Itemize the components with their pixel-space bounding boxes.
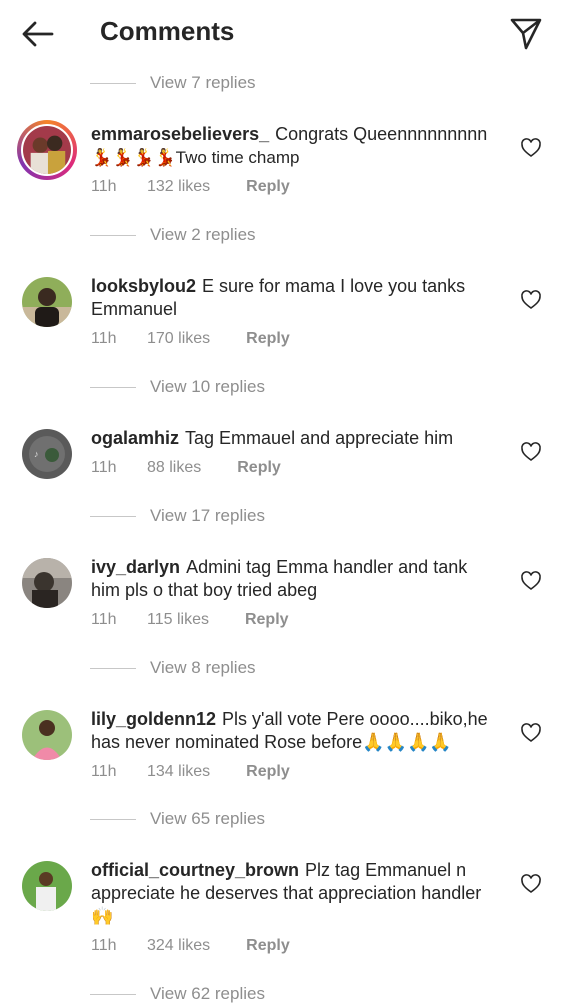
view-replies-link[interactable]: View 10 replies <box>150 377 265 397</box>
comment-meta: 11h 170 likes Reply <box>91 330 290 348</box>
comment-username[interactable]: official_courtney_brown <box>91 860 299 880</box>
comment-text: looksbylou2 E sure for mama I love you ta… <box>91 275 501 321</box>
comment-likes[interactable]: 88 likes <box>147 459 201 477</box>
comment-time: 11h <box>91 763 117 780</box>
divider-line <box>90 515 136 517</box>
comment-message: Tag Emmauel and appreciate him <box>185 428 454 448</box>
heart-icon <box>521 442 541 461</box>
like-button[interactable] <box>519 136 543 160</box>
like-button[interactable] <box>519 721 543 745</box>
avatar[interactable] <box>22 277 72 327</box>
heart-icon <box>521 571 541 590</box>
comment-likes[interactable]: 134 likes <box>147 763 210 781</box>
heart-icon <box>521 138 541 157</box>
header-bar: Comments <box>0 0 570 64</box>
heart-icon <box>521 874 541 893</box>
avatar[interactable] <box>22 558 72 608</box>
avatar[interactable] <box>17 120 77 180</box>
divider-line <box>90 667 136 669</box>
divider-line <box>90 82 136 84</box>
like-button[interactable] <box>519 288 543 312</box>
reply-button[interactable]: Reply <box>245 611 289 629</box>
view-replies-row[interactable]: View 62 replies <box>90 982 265 1006</box>
comment-likes[interactable]: 132 likes <box>147 178 210 196</box>
avatar[interactable]: ♪ <box>22 429 72 479</box>
comment-meta: 11h 132 likes Reply <box>91 178 290 196</box>
svg-text:♪: ♪ <box>34 449 39 459</box>
divider-line <box>90 234 136 236</box>
view-replies-link[interactable]: View 62 replies <box>150 984 265 1004</box>
view-replies-link[interactable]: View 65 replies <box>150 809 265 829</box>
view-replies-row[interactable]: View 10 replies <box>90 375 265 399</box>
comment-text: ivy_darlyn Admini tag Emma handler and ta… <box>91 556 501 602</box>
comment-message-line2: 💃💃💃💃Two time champ <box>91 148 300 167</box>
reply-button[interactable]: Reply <box>246 937 290 955</box>
divider-line <box>90 386 136 388</box>
comment-meta: 11h 134 likes Reply <box>91 763 290 781</box>
divider-line <box>90 818 136 820</box>
like-button[interactable] <box>519 872 543 896</box>
reply-button[interactable]: Reply <box>246 763 290 781</box>
comment-meta: 11h 88 likes Reply <box>91 459 281 477</box>
comment-time: 11h <box>91 937 117 954</box>
reply-button[interactable]: Reply <box>246 330 290 348</box>
comment-text: lily_goldenn12 Pls y'all vote Pere oooo..… <box>91 708 501 754</box>
back-button[interactable] <box>18 14 58 54</box>
comment-text: official_courtney_brown Plz tag Emmanuel … <box>91 859 501 928</box>
divider-line <box>90 993 136 995</box>
comment-time: 11h <box>91 330 117 347</box>
like-button[interactable] <box>519 440 543 464</box>
comment-username[interactable]: looksbylou2 <box>91 276 196 296</box>
comment-time: 11h <box>91 459 117 476</box>
comment-likes[interactable]: 115 likes <box>147 611 209 629</box>
comment-username[interactable]: lily_goldenn12 <box>91 709 216 729</box>
reply-button[interactable]: Reply <box>237 459 281 477</box>
comment-time: 11h <box>91 178 117 195</box>
like-button[interactable] <box>519 569 543 593</box>
comment-likes[interactable]: 170 likes <box>147 330 210 348</box>
reply-button[interactable]: Reply <box>246 178 290 196</box>
view-replies-row[interactable]: View 7 replies <box>90 71 256 95</box>
view-replies-row[interactable]: View 65 replies <box>90 807 265 831</box>
comment-text: emmarosebelievers_ Congrats Queennnnnnnnn… <box>91 123 501 169</box>
arrow-left-icon <box>22 21 54 47</box>
comment-meta: 11h 324 likes Reply <box>91 937 290 955</box>
view-replies-row[interactable]: View 17 replies <box>90 504 265 528</box>
comment-time: 11h <box>91 611 117 628</box>
avatar[interactable] <box>22 861 72 911</box>
view-replies-row[interactable]: View 2 replies <box>90 223 256 247</box>
comment-text: ogalamhiz Tag Emmauel and appreciate him <box>91 427 501 450</box>
paper-plane-icon <box>510 18 542 50</box>
comment-username[interactable]: ivy_darlyn <box>91 557 180 577</box>
comment-meta: 11h 115 likes Reply <box>91 611 289 629</box>
heart-icon <box>521 290 541 309</box>
comment-message: Congrats Queennnnnnnnn <box>275 124 488 144</box>
comment-username[interactable]: ogalamhiz <box>91 428 179 448</box>
view-replies-link[interactable]: View 2 replies <box>150 225 256 245</box>
page-title: Comments <box>100 16 235 46</box>
view-replies-link[interactable]: View 7 replies <box>150 73 256 93</box>
comment-username[interactable]: emmarosebelievers_ <box>91 124 269 144</box>
view-replies-row[interactable]: View 8 replies <box>90 656 256 680</box>
heart-icon <box>521 723 541 742</box>
comment-likes[interactable]: 324 likes <box>147 937 210 955</box>
view-replies-link[interactable]: View 8 replies <box>150 658 256 678</box>
view-replies-link[interactable]: View 17 replies <box>150 506 265 526</box>
share-button[interactable] <box>506 12 546 52</box>
avatar[interactable] <box>22 710 72 760</box>
